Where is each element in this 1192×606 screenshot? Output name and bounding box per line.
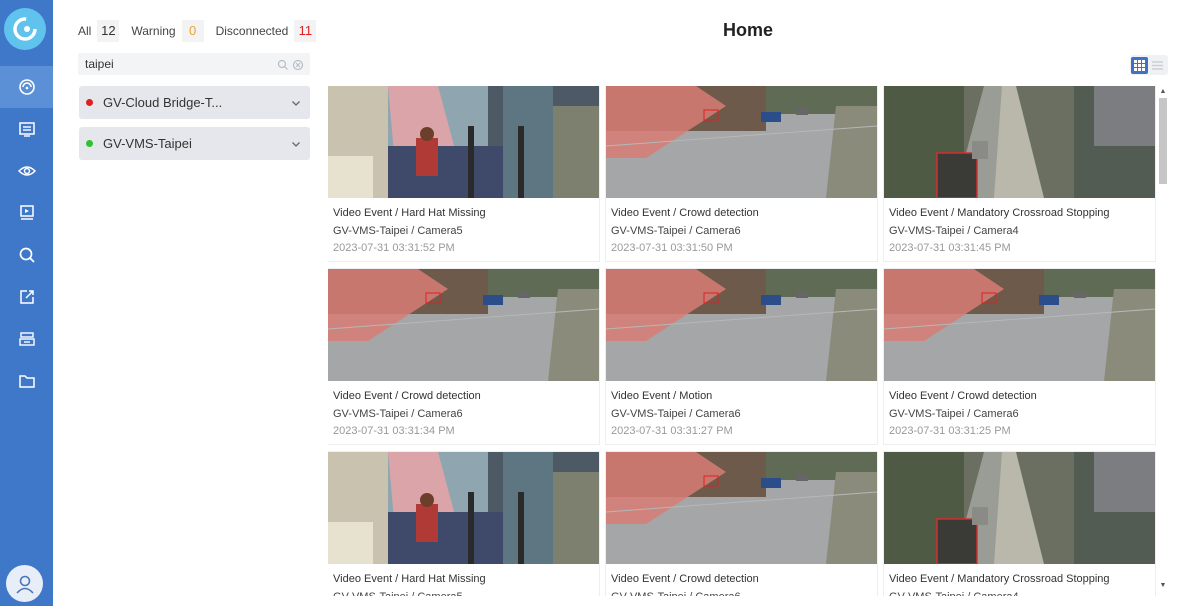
- filter-all-label[interactable]: All: [78, 24, 91, 38]
- device-group-name: GV-Cloud Bridge-T...: [103, 95, 223, 110]
- user-icon[interactable]: [6, 565, 43, 602]
- camera-name-label: GV-VMS-Taipei / Camera5: [333, 224, 463, 237]
- event-card[interactable]: Video Event / Crowd detection GV-VMS-Taip…: [606, 452, 877, 596]
- chevron-down-icon[interactable]: [290, 97, 302, 109]
- scrollbar-thumb[interactable]: [1159, 98, 1167, 184]
- search-box: [78, 53, 310, 75]
- event-snapshot[interactable]: [328, 452, 599, 564]
- status-filters: All 12 Warning 0 Disconnected 11: [78, 19, 328, 43]
- camera-name-label: GV-VMS-Taipei / Camera6: [611, 224, 741, 237]
- folder-icon[interactable]: [0, 360, 53, 402]
- device-group-name: GV-VMS-Taipei: [103, 136, 192, 151]
- filter-warning-label[interactable]: Warning: [131, 24, 175, 38]
- eye-icon[interactable]: [0, 150, 53, 192]
- event-card[interactable]: Video Event / Motion GV-VMS-Taipei / Came…: [606, 269, 877, 444]
- scrollbar[interactable]: ▲ ▼: [1157, 86, 1168, 596]
- event-type-label: Video Event / Hard Hat Missing: [333, 573, 486, 585]
- event-card[interactable]: Video Event / Mandatory Crossroad Stoppi…: [884, 86, 1155, 261]
- filter-warning-count[interactable]: 0: [181, 20, 204, 42]
- event-meta: Video Event / Hard Hat Missing GV-VMS-Tai…: [333, 571, 486, 596]
- camera-name-label: GV-VMS-Taipei / Camera6: [611, 407, 741, 420]
- event-card[interactable]: Video Event / Mandatory Crossroad Stoppi…: [884, 452, 1155, 596]
- event-type-label: Video Event / Crowd detection: [333, 390, 481, 402]
- event-type-label: Video Event / Hard Hat Missing: [333, 207, 486, 219]
- event-card[interactable]: Video Event / Hard Hat Missing GV-VMS-Tai…: [328, 86, 599, 261]
- event-card[interactable]: Video Event / Hard Hat Missing GV-VMS-Tai…: [328, 452, 599, 596]
- camera-name-label: GV-VMS-Taipei / Camera6: [333, 407, 463, 420]
- event-snapshot[interactable]: [884, 452, 1155, 564]
- status-dot: [86, 99, 93, 106]
- camera-name-label: GV-VMS-Taipei / Camera4: [889, 224, 1019, 237]
- event-timestamp: 2023-07-31 03:31:27 PM: [611, 425, 733, 437]
- event-type-label: Video Event / Crowd detection: [611, 573, 759, 585]
- event-meta: Video Event / Hard Hat Missing GV-VMS-Tai…: [333, 205, 486, 258]
- sidebar-rail: [0, 0, 53, 606]
- scroll-down-icon[interactable]: ▼: [1159, 582, 1167, 590]
- event-card[interactable]: Video Event / Crowd detection GV-VMS-Taip…: [884, 269, 1155, 444]
- event-meta: Video Event / Crowd detection GV-VMS-Taip…: [611, 571, 759, 596]
- app-logo-icon[interactable]: [4, 8, 46, 50]
- event-snapshot[interactable]: [606, 452, 877, 564]
- camera-name-label: GV-VMS-Taipei / Camera6: [611, 589, 759, 597]
- event-snapshot[interactable]: [606, 86, 877, 198]
- scroll-up-icon[interactable]: ▲: [1159, 88, 1167, 96]
- filter-disconnected-count[interactable]: 11: [294, 20, 317, 42]
- page-title: Home: [722, 20, 773, 40]
- camera-name-label: GV-VMS-Taipei / Camera6: [889, 407, 1019, 420]
- device-group-cloud-bridge[interactable]: GV-Cloud Bridge-T...: [79, 86, 310, 119]
- event-snapshot[interactable]: [328, 86, 599, 198]
- device-group-vms-taipei[interactable]: GV-VMS-Taipei: [79, 127, 310, 160]
- monitor-icon[interactable]: [0, 192, 53, 234]
- event-type-label: Video Event / Mandatory Crossroad Stoppi…: [889, 573, 1110, 585]
- event-type-label: Video Event / Mandatory Crossroad Stoppi…: [889, 207, 1110, 219]
- event-card[interactable]: Video Event / Crowd detection GV-VMS-Taip…: [606, 86, 877, 261]
- grid-view-icon[interactable]: [1131, 56, 1148, 74]
- event-type-label: Video Event / Crowd detection: [611, 207, 759, 219]
- event-timestamp: 2023-07-31 03:31:25 PM: [889, 425, 1011, 437]
- event-type-label: Video Event / Motion: [611, 390, 713, 402]
- event-timestamp: 2023-07-31 03:31:52 PM: [333, 242, 455, 254]
- filter-all-count[interactable]: 12: [97, 20, 120, 42]
- event-grid: Video Event / Hard Hat Missing GV-VMS-Tai…: [328, 86, 1156, 596]
- event-type-label: Video Event / Crowd detection: [889, 390, 1037, 402]
- view-toggle: [1130, 55, 1168, 75]
- event-meta: Video Event / Mandatory Crossroad Stoppi…: [889, 571, 1110, 596]
- event-meta: Video Event / Crowd detection GV-VMS-Taip…: [611, 205, 759, 258]
- event-snapshot[interactable]: [606, 269, 877, 381]
- camera-name-label: GV-VMS-Taipei / Camera4: [889, 589, 1110, 597]
- event-timestamp: 2023-07-31 03:31:45 PM: [889, 242, 1011, 254]
- event-snapshot[interactable]: [884, 269, 1155, 381]
- event-meta: Video Event / Mandatory Crossroad Stoppi…: [889, 205, 1110, 258]
- search-icon[interactable]: [277, 58, 289, 70]
- clear-icon[interactable]: [292, 58, 304, 71]
- inbox-icon[interactable]: [0, 318, 53, 360]
- search-input[interactable]: [85, 55, 275, 73]
- event-meta: Video Event / Motion GV-VMS-Taipei / Came…: [611, 388, 741, 441]
- event-snapshot[interactable]: [884, 86, 1155, 198]
- search-icon[interactable]: [0, 234, 53, 276]
- event-timestamp: 2023-07-31 03:31:34 PM: [333, 425, 455, 437]
- event-card[interactable]: Video Event / Crowd detection GV-VMS-Taip…: [328, 269, 599, 444]
- event-timestamp: 2023-07-31 03:31:50 PM: [611, 242, 733, 254]
- camera-name-label: GV-VMS-Taipei / Camera5: [333, 589, 486, 597]
- chevron-down-icon[interactable]: [290, 138, 302, 150]
- event-list-icon[interactable]: [0, 108, 53, 150]
- list-view-icon[interactable]: [1149, 57, 1166, 74]
- export-icon[interactable]: [0, 276, 53, 318]
- event-meta: Video Event / Crowd detection GV-VMS-Taip…: [889, 388, 1037, 441]
- dashboard-icon[interactable]: [0, 66, 53, 108]
- status-dot: [86, 140, 93, 147]
- filter-disconnected-label[interactable]: Disconnected: [216, 24, 289, 38]
- event-meta: Video Event / Crowd detection GV-VMS-Taip…: [333, 388, 481, 441]
- event-snapshot[interactable]: [328, 269, 599, 381]
